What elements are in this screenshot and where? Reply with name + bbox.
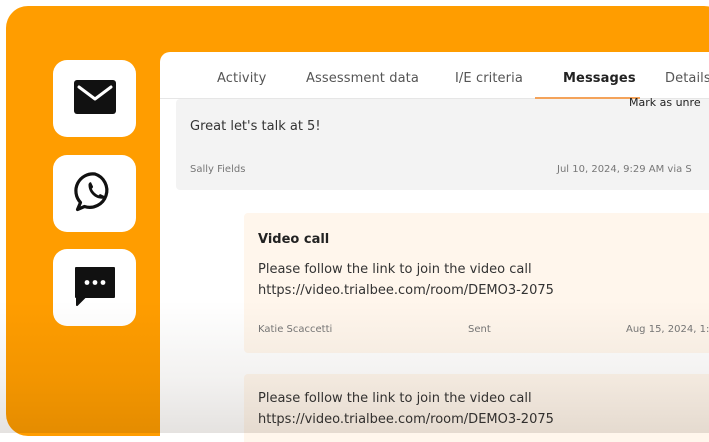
message-text: Please follow the link to join the video… [258, 391, 532, 406]
sms-channel-button[interactable] [53, 249, 136, 326]
whatsapp-channel-button[interactable] [53, 155, 136, 232]
message-text: Great let's talk at 5! [190, 119, 321, 134]
tab-bar: Activity Assessment data I/E criteria Me… [160, 52, 709, 99]
whatsapp-icon [73, 170, 117, 218]
tab-details[interactable]: Details [665, 71, 709, 86]
mark-as-unread-link[interactable]: Mark as unre [629, 96, 701, 109]
message-card: Please follow the link to join the video… [244, 374, 709, 442]
video-call-link[interactable]: https://video.trialbee.com/room/DEMO3-20… [258, 412, 554, 427]
message-title: Video call [258, 232, 330, 247]
chat-bubble-icon [73, 265, 117, 311]
tab-activity[interactable]: Activity [217, 71, 266, 86]
message-card: Video call Please follow the link to joi… [244, 213, 709, 353]
tab-messages[interactable]: Messages [563, 71, 636, 86]
email-channel-button[interactable] [53, 60, 136, 137]
message-date: Aug 15, 2024, 1: [626, 324, 709, 335]
message-date: Jul 10, 2024, 9:29 AM via S [557, 164, 692, 175]
messages-panel: Activity Assessment data I/E criteria Me… [160, 52, 709, 442]
message-card: Great let's talk at 5! Sally Fields Jul … [176, 99, 709, 190]
tab-assessment-data[interactable]: Assessment data [306, 71, 419, 86]
message-status: Sent [468, 324, 491, 335]
message-sender: Katie Scaccetti [258, 324, 333, 335]
message-text: Please follow the link to join the video… [258, 262, 532, 277]
video-call-link[interactable]: https://video.trialbee.com/room/DEMO3-20… [258, 283, 554, 298]
envelope-icon [73, 79, 116, 118]
message-sender: Sally Fields [190, 164, 246, 175]
tab-ie-criteria[interactable]: I/E criteria [455, 71, 523, 86]
